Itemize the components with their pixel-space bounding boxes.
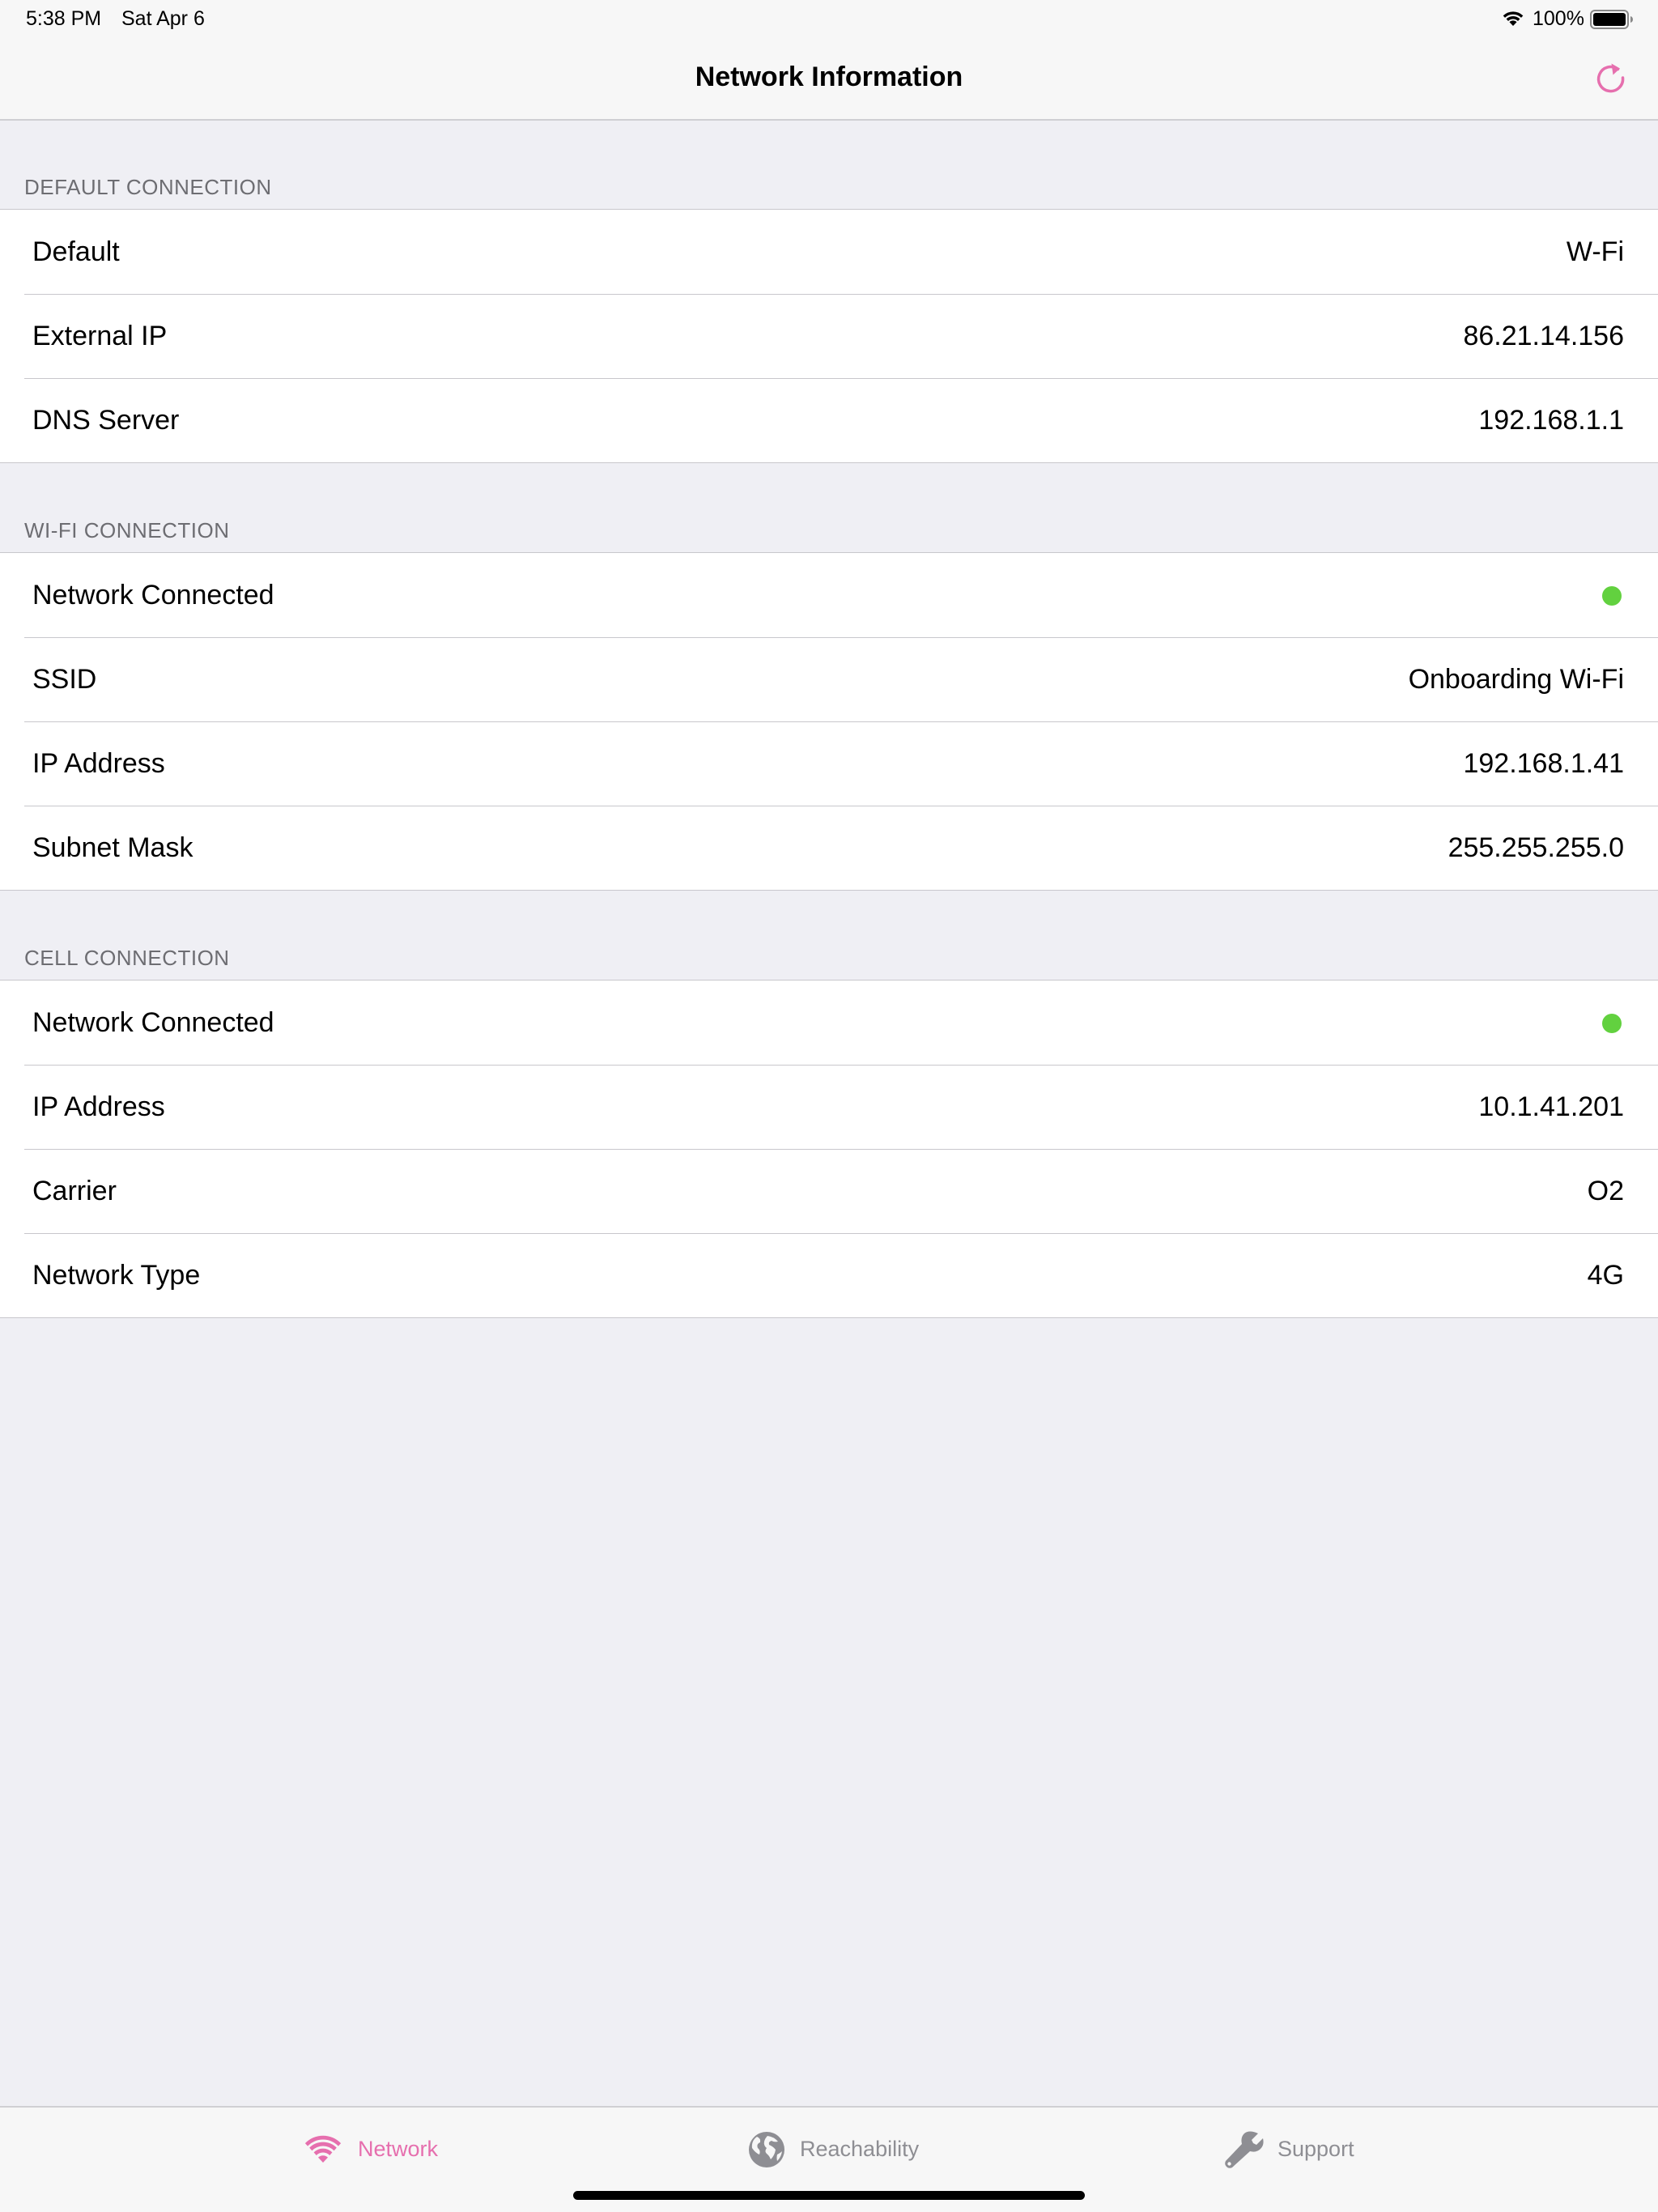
wifi-icon — [304, 2135, 342, 2163]
row-label: Network Connected — [32, 580, 274, 610]
row-value: 192.168.1.1 — [1478, 405, 1624, 436]
row-label: Default — [32, 236, 120, 267]
tab-network[interactable]: Network — [301, 2124, 463, 2172]
wifi-icon — [1503, 11, 1524, 26]
row-value: 4G — [1587, 1260, 1624, 1291]
row-value: 86.21.14.156 — [1463, 321, 1624, 351]
row-label: IP Address — [32, 748, 165, 779]
tab-label: Support — [1278, 2137, 1354, 2161]
row-label: Network Connected — [32, 1007, 274, 1038]
row-value: O2 — [1587, 1176, 1624, 1206]
status-bar: 5:38 PM Sat Apr 6 100% — [0, 0, 1658, 39]
section-header-cell: CELL CONNECTION — [24, 946, 230, 970]
refresh-icon[interactable] — [1593, 60, 1629, 99]
section-wifi-connection: Network Connected SSID Onboarding Wi-Fi … — [0, 552, 1658, 891]
section-default-connection: Default W-Fi External IP 86.21.14.156 DN… — [0, 209, 1658, 463]
status-indicator — [1602, 1014, 1622, 1033]
row-label: SSID — [32, 664, 97, 695]
status-date: Sat Apr 6 — [121, 7, 205, 30]
tab-label: Reachability — [800, 2137, 920, 2161]
row-value: Onboarding Wi-Fi — [1408, 664, 1624, 695]
status-time: 5:38 PM — [26, 7, 102, 30]
row-label: Subnet Mask — [32, 832, 193, 863]
table-row: Network Connected — [0, 981, 1658, 1065]
section-cell-connection: Network Connected IP Address 10.1.41.201… — [0, 980, 1658, 1318]
table-row: SSID Onboarding Wi-Fi — [0, 637, 1658, 721]
row-label: IP Address — [32, 1091, 165, 1122]
table-row: IP Address 192.168.1.41 — [0, 721, 1658, 806]
globe-icon — [749, 2132, 784, 2167]
row-value: 255.255.255.0 — [1448, 832, 1624, 863]
tab-reachability[interactable]: Reachability — [745, 2124, 931, 2172]
status-indicator — [1602, 586, 1622, 606]
row-label: DNS Server — [32, 405, 180, 436]
table-row: DNS Server 192.168.1.1 — [0, 378, 1658, 462]
table-row: Carrier O2 — [0, 1149, 1658, 1233]
table-row: Network Connected — [0, 553, 1658, 637]
home-indicator — [573, 2191, 1085, 2200]
battery-icon — [1590, 10, 1633, 29]
row-label: External IP — [32, 321, 168, 351]
tab-support[interactable]: Support — [1222, 2124, 1368, 2172]
row-value: W-Fi — [1566, 236, 1624, 267]
table-row: Network Type 4G — [0, 1233, 1658, 1317]
tab-label: Network — [358, 2137, 439, 2161]
table-row: External IP 86.21.14.156 — [0, 294, 1658, 378]
table-row: Default W-Fi — [0, 210, 1658, 294]
battery-percent: 100% — [1533, 7, 1584, 30]
table-row: IP Address 10.1.41.201 — [0, 1065, 1658, 1149]
section-header-default: DEFAULT CONNECTION — [24, 175, 272, 199]
page-title: Network Information — [695, 62, 963, 92]
table-row: Subnet Mask 255.255.255.0 — [0, 806, 1658, 890]
row-value: 192.168.1.41 — [1463, 748, 1624, 779]
row-value: 10.1.41.201 — [1478, 1091, 1624, 1122]
row-label: Network Type — [32, 1260, 201, 1291]
section-header-wifi: WI-FI CONNECTION — [24, 518, 230, 542]
row-label: Carrier — [32, 1176, 117, 1206]
navigation-bar: Network Information — [0, 39, 1658, 121]
wrench-icon — [1225, 2131, 1264, 2168]
